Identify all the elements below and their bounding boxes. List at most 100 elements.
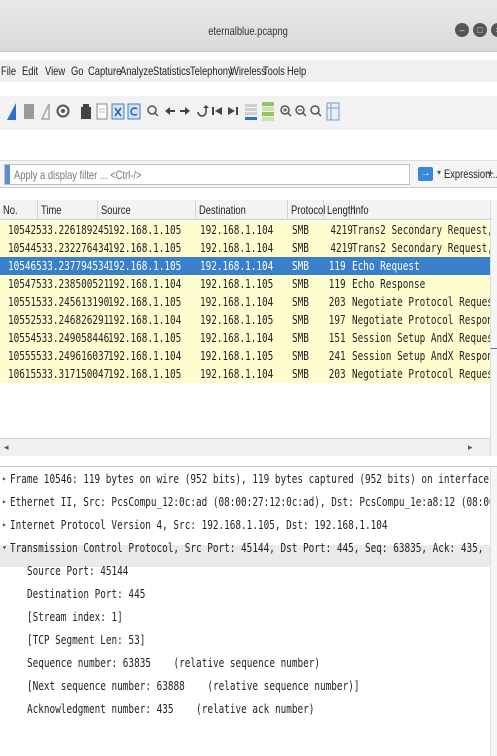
table-row[interactable]: 10542 533.226189245 192.168.1.105 192.168.1…: [0, 221, 497, 239]
column-header-protocol[interactable]: Protocol: [288, 200, 325, 220]
packet-list-scrollbar[interactable]: [490, 200, 497, 456]
column-header-time[interactable]: Time: [38, 200, 98, 220]
zoom-out-icon[interactable]: [294, 100, 308, 122]
find-packet-icon[interactable]: [146, 100, 160, 122]
filter-bookmark-icon[interactable]: [5, 165, 10, 184]
add-filter-button[interactable]: +: [487, 166, 494, 180]
detail-tree-node[interactable]: ▸ Frame 10546: 119 bytes on wire (952 bit…: [2, 468, 497, 490]
capture-options-icon[interactable]: [56, 100, 70, 122]
scroll-left-icon[interactable]: ◂: [4, 442, 9, 453]
detail-tree-field[interactable]: [Next sequence number: 63888 (relative s…: [27, 675, 453, 697]
column-header-length[interactable]: Length: [324, 200, 356, 220]
collapsed-arrow-icon[interactable]: ▸: [2, 514, 10, 536]
cell-destination: 192.168.1.104: [200, 259, 274, 273]
table-row[interactable]: 10615 533.317150047 192.168.1.105 192.168.1…: [0, 365, 497, 383]
cell-destination: 192.168.1.105: [200, 313, 274, 327]
cell-no: 10544: [7, 241, 37, 255]
collapsed-arrow-icon[interactable]: ▸: [2, 491, 10, 513]
zoom-in-icon[interactable]: [279, 100, 293, 122]
menu-file[interactable]: File: [1, 64, 20, 78]
cell-protocol: SMB: [292, 223, 309, 237]
zoom-normal-icon[interactable]: [309, 100, 323, 122]
cell-info: Session Setup AndX Request: [352, 331, 497, 345]
cell-protocol: SMB: [292, 313, 309, 327]
save-file-icon[interactable]: [95, 100, 109, 122]
detail-tree-field[interactable]: Destination Port: 445: [27, 583, 179, 605]
auto-scroll-icon[interactable]: [244, 100, 258, 122]
go-first-icon[interactable]: [210, 100, 224, 122]
cell-source: 192.168.1.104: [108, 277, 182, 291]
detail-tree-node[interactable]: ▸ Internet Protocol Version 4, Src: 192.1…: [2, 514, 494, 536]
column-header-destination[interactable]: Destination: [196, 200, 288, 220]
open-file-icon[interactable]: [79, 100, 93, 122]
cell-protocol: SMB: [292, 331, 309, 345]
packet-details-scrollbar[interactable]: [490, 467, 497, 756]
column-header-source[interactable]: Source: [98, 200, 196, 220]
cell-source: 192.168.1.105: [108, 295, 182, 309]
reload-icon[interactable]: [127, 100, 141, 122]
column-header-no[interactable]: No.: [0, 200, 38, 220]
cell-source: 192.168.1.105: [108, 259, 182, 273]
detail-tree-node[interactable]: ▸ Ethernet II, Src: PcsCompu_12:0c:ad (08…: [2, 491, 497, 513]
cell-protocol: SMB: [292, 277, 309, 291]
cell-no: 10615: [7, 367, 37, 381]
detail-tree-node[interactable]: ▾ Transmission Control Protocol, Src Port…: [2, 537, 497, 559]
packet-details: ▸ Frame 10546: 119 bytes on wire (952 bit…: [0, 466, 497, 756]
cell-length: 119: [329, 259, 346, 273]
detail-tree-field[interactable]: Acknowledgment number: 435 (relative ack…: [27, 698, 395, 720]
detail-tree-field[interactable]: Sequence number: 63835 (relative sequenc…: [27, 652, 403, 674]
resize-columns-icon[interactable]: [326, 100, 340, 122]
maximize-icon[interactable]: □: [473, 23, 487, 37]
expanded-arrow-icon[interactable]: ▾: [2, 537, 10, 559]
title-bar: eternalblue.pcapng – □ ×: [0, 0, 497, 52]
display-filter-input[interactable]: Apply a display filter ... <Ctrl-/>: [4, 164, 410, 185]
cell-no: 10551: [7, 295, 37, 309]
cell-source: 192.168.1.104: [108, 349, 182, 363]
packet-list: No. Time Source Destination Protocol Len…: [0, 200, 497, 456]
packet-list-header: No. Time Source Destination Protocol Len…: [0, 200, 490, 220]
cell-length: 119: [329, 277, 346, 291]
cell-source: 192.168.1.104: [108, 313, 182, 327]
cell-no: 10554: [7, 331, 37, 345]
go-to-packet-icon[interactable]: [195, 100, 209, 122]
scroll-right-icon[interactable]: ▸: [468, 442, 473, 453]
menu-edit[interactable]: Edit: [22, 64, 43, 78]
table-row[interactable]: 10547 533.238500521 192.168.1.104 192.168.1…: [0, 275, 490, 293]
restart-capture-icon[interactable]: [39, 100, 53, 122]
detail-tree-field[interactable]: [Stream index: 1]: [27, 606, 150, 628]
menu-view[interactable]: View: [45, 64, 71, 78]
cell-source: 192.168.1.105: [108, 367, 182, 381]
cell-info: Session Setup AndX Response: [352, 349, 497, 363]
cell-no: 10546: [7, 259, 37, 273]
table-row[interactable]: 10554 533.249058446 192.168.1.105 192.168.1…: [0, 329, 497, 347]
filter-dropdown-icon[interactable]: ▾: [437, 168, 441, 177]
cell-source: 192.168.1.105: [108, 223, 182, 237]
go-forward-icon[interactable]: [178, 100, 192, 122]
cell-info: Negotiate Protocol Response: [352, 313, 497, 327]
table-row[interactable]: 10552 533.246826291 192.168.1.104 192.168.1…: [0, 311, 497, 329]
apply-filter-button[interactable]: →: [418, 167, 433, 181]
go-last-icon[interactable]: [226, 100, 240, 122]
go-back-icon[interactable]: [163, 100, 177, 122]
cell-destination: 192.168.1.104: [200, 223, 274, 237]
collapsed-arrow-icon[interactable]: ▸: [2, 468, 10, 490]
detail-tree-field[interactable]: Source Port: 45144: [27, 560, 157, 582]
colorize-icon[interactable]: [261, 100, 275, 122]
cell-destination: 192.168.1.104: [200, 241, 274, 255]
start-capture-icon[interactable]: [5, 100, 19, 122]
close-file-icon[interactable]: [111, 100, 125, 122]
packet-list-hscrollbar[interactable]: ◂ ▸: [0, 438, 490, 456]
column-header-info[interactable]: Info: [350, 200, 490, 220]
detail-tree-field[interactable]: [TCP Segment Len: 53]: [27, 629, 179, 651]
cell-info: Echo Response: [352, 277, 426, 291]
minimize-icon[interactable]: –: [455, 23, 469, 37]
table-row-selected[interactable]: 10546 533.237794534 192.168.1.105 192.168.1…: [0, 257, 490, 275]
table-row[interactable]: 10544 533.232276434 192.168.1.105 192.168.1…: [0, 239, 497, 257]
menu-help[interactable]: Help: [287, 64, 312, 78]
table-row[interactable]: 10555 533.249616037 192.168.1.104 192.168.1…: [0, 347, 497, 365]
stop-capture-icon[interactable]: [22, 100, 36, 122]
cell-length: 203: [329, 295, 346, 309]
menu-go[interactable]: Go: [71, 64, 87, 78]
table-row[interactable]: 10551 533.245613190 192.168.1.105 192.168.1…: [0, 293, 497, 311]
cell-info: Negotiate Protocol Request: [352, 367, 497, 381]
